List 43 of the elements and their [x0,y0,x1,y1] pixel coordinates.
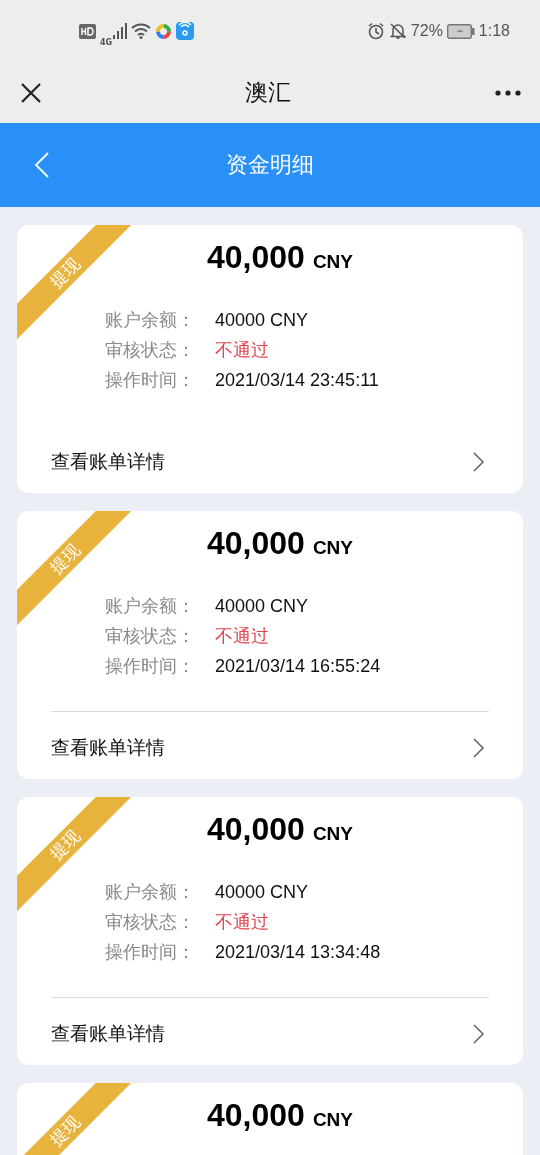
field-value: 2021/03/14 16:55:24 [215,655,381,677]
amount: 40,000 [207,239,305,276]
hd-icon [79,23,96,39]
alarm-icon [366,22,385,40]
field-label: 审核状态： [105,624,196,648]
battery-percent: 72% [410,22,443,40]
chevron-right-icon [473,452,485,472]
field-value: 40000 CNY [215,595,309,617]
field-label: 操作时间： [105,940,196,964]
chevron-right-icon [473,1024,485,1044]
field-label: 审核状态： [105,338,196,362]
clock: 1:18 [478,22,510,40]
app-icon [155,22,173,40]
wifi-icon [131,23,152,39]
field-value: 40000 CNY [215,881,309,903]
bill-details-link[interactable]: 查看账单详情 [17,1003,523,1065]
field-value: 2021/03/14 23:45:11 [215,369,379,391]
field-value: 40000 CNY [215,309,309,331]
radio-app-icon [176,22,195,40]
field-label: 操作时间： [105,368,196,392]
field-value: 2021/03/14 13:34:48 [215,941,381,963]
field-label: 审核状态： [105,910,196,934]
amount: 40,000 [207,525,305,562]
bill-details-link[interactable]: 查看账单详情 [17,717,523,779]
bill-details-link[interactable]: 查看账单详情 [17,431,523,493]
field-value: 不通过 [215,338,269,362]
currency: CNY [312,1109,353,1131]
field-value: 不通过 [215,910,269,934]
bell-off-icon [388,22,407,40]
signal-icon [113,23,128,39]
currency: CNY [312,537,353,559]
network-label: 4G [100,37,113,47]
amount: 40,000 [207,1097,305,1134]
battery-icon [446,23,475,39]
app-title: 澳汇 [245,78,291,107]
page-title: 资金明细 [226,151,314,179]
amount: 40,000 [207,811,305,848]
currency: CNY [312,823,353,845]
back-button[interactable] [34,151,50,179]
currency: CNY [312,251,353,273]
field-value: 不通过 [215,624,269,648]
chevron-right-icon [473,738,485,758]
field-label: 操作时间： [105,654,196,678]
